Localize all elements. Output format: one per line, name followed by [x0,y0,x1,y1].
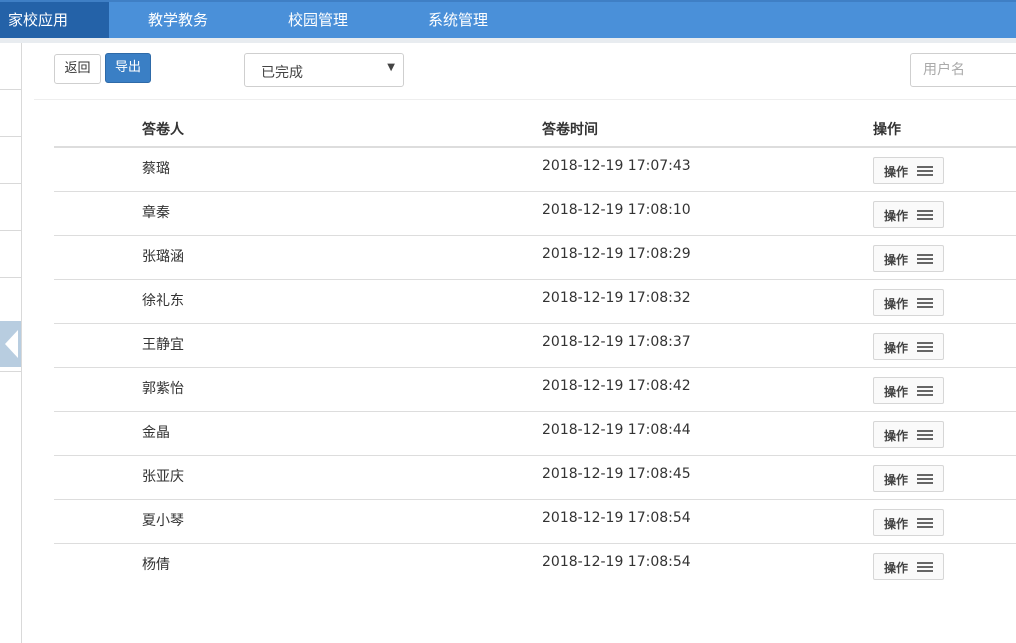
menu-icon [917,166,933,176]
table-row: 王静宜 2018-12-19 17:08:37 操作 [54,324,1016,368]
menu-icon [917,430,933,440]
answer-time: 2018-12-19 17:08:45 [542,466,691,482]
sidebar-divider [0,89,21,90]
table-row: 徐礼东 2018-12-19 17:08:32 操作 [54,280,1016,324]
row-action-label: 操作 [884,209,909,223]
answer-time: 2018-12-19 17:08:10 [542,202,691,218]
menu-icon [917,474,933,484]
respondent-name: 杨倩 [142,557,170,573]
respondent-name: 郭紫怡 [142,381,184,397]
caret-down-icon: ▼ [387,62,395,73]
answer-time: 2018-12-19 17:08:32 [542,290,691,306]
row-action-button[interactable]: 操作 [873,157,944,184]
answer-time: 2018-12-19 17:08:37 [542,334,691,350]
sidebar-divider [0,371,21,372]
row-action-label: 操作 [884,385,909,399]
table-row: 杨倩 2018-12-19 17:08:54 操作 [54,544,1016,588]
respondent-name: 王静宜 [142,337,184,353]
tab-system[interactable]: 系统管理 [428,2,488,38]
row-action-button[interactable]: 操作 [873,421,944,448]
respondent-name: 张璐涵 [142,249,184,265]
sidebar [0,43,22,643]
table-row: 张亚庆 2018-12-19 17:08:45 操作 [54,456,1016,500]
row-action-button[interactable]: 操作 [873,377,944,404]
back-button[interactable]: 返回 [54,54,101,84]
row-action-label: 操作 [884,517,909,531]
username-search-input[interactable] [910,53,1016,87]
answer-time: 2018-12-19 17:07:43 [542,158,691,174]
menu-icon [917,254,933,264]
header-actions: 操作 [873,122,901,138]
sidebar-divider [0,277,21,278]
tab-teaching[interactable]: 教学教务 [148,2,208,38]
respondent-name: 章秦 [142,205,170,221]
top-nav: 家校应用 教学教务 校园管理 系统管理 [0,0,1016,38]
row-action-label: 操作 [884,165,909,179]
menu-icon [917,298,933,308]
answer-time: 2018-12-19 17:08:54 [542,510,691,526]
respondent-name: 金晶 [142,425,170,441]
menu-icon [917,342,933,352]
menu-icon [917,518,933,528]
tab-campus[interactable]: 校园管理 [288,2,348,38]
table-row: 章秦 2018-12-19 17:08:10 操作 [54,192,1016,236]
answer-time: 2018-12-19 17:08:44 [542,422,691,438]
answer-time: 2018-12-19 17:08:42 [542,378,691,394]
nav-divider [0,38,1016,43]
header-respondent: 答卷人 [142,122,184,138]
status-select[interactable]: 已完成 ▼ [244,53,404,87]
table-row: 金晶 2018-12-19 17:08:44 操作 [54,412,1016,456]
respondent-name: 蔡璐 [142,161,170,177]
row-action-label: 操作 [884,253,909,267]
menu-icon [917,210,933,220]
row-action-label: 操作 [884,561,909,575]
row-action-button[interactable]: 操作 [873,553,944,580]
sidebar-divider [0,183,21,184]
row-action-label: 操作 [884,473,909,487]
answer-time: 2018-12-19 17:08:29 [542,246,691,262]
sidebar-divider [0,136,21,137]
menu-icon [917,562,933,572]
table-body: 蔡璐 2018-12-19 17:07:43 操作 章秦 2018-12-19 17:0… [54,148,1016,588]
row-action-label: 操作 [884,297,909,311]
tab-home-school[interactable]: 家校应用 [0,2,109,38]
sidebar-divider [0,230,21,231]
export-button[interactable]: 导出 [105,53,151,83]
row-action-label: 操作 [884,429,909,443]
row-action-button[interactable]: 操作 [873,245,944,272]
respondent-name: 夏小琴 [142,513,184,529]
row-action-button[interactable]: 操作 [873,333,944,360]
row-action-label: 操作 [884,341,909,355]
table-row: 郭紫怡 2018-12-19 17:08:42 操作 [54,368,1016,412]
sidebar-toggle-chevron-left-icon[interactable] [0,321,21,367]
respondent-name: 张亚庆 [142,469,184,485]
row-action-button[interactable]: 操作 [873,465,944,492]
row-action-button[interactable]: 操作 [873,289,944,316]
table-row: 夏小琴 2018-12-19 17:08:54 操作 [54,500,1016,544]
table-row: 蔡璐 2018-12-19 17:07:43 操作 [54,148,1016,192]
respondent-name: 徐礼东 [142,293,184,309]
table-row: 张璐涵 2018-12-19 17:08:29 操作 [54,236,1016,280]
table-header: 答卷人 答卷时间 操作 [54,110,1016,148]
row-action-button[interactable]: 操作 [873,509,944,536]
status-select-value: 已完成 [261,65,303,81]
row-action-button[interactable]: 操作 [873,201,944,228]
answer-time: 2018-12-19 17:08:54 [542,554,691,570]
header-time: 答卷时间 [542,122,598,138]
toolbar-divider [34,99,1016,100]
menu-icon [917,386,933,396]
